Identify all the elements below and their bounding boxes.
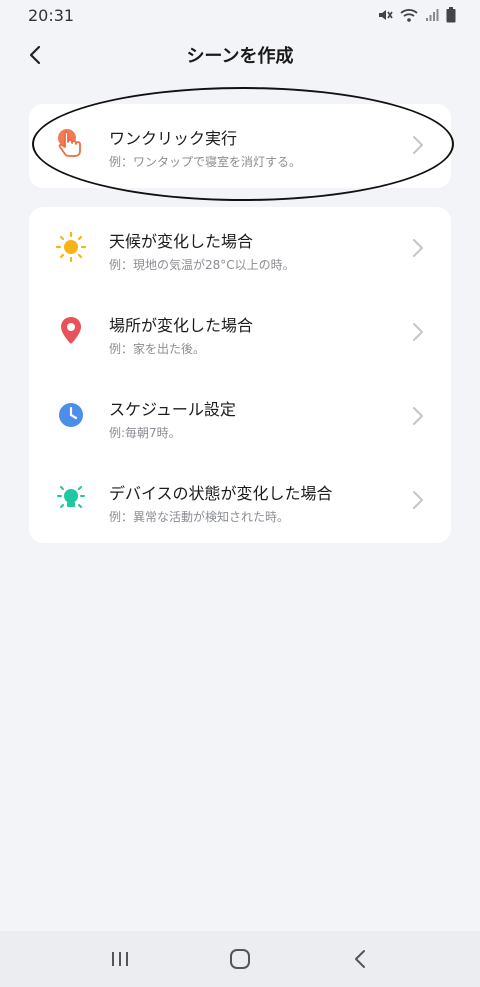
back-arrow-icon (355, 950, 365, 968)
tap-hand-icon (55, 128, 87, 160)
item-title: 場所が変化した場合 (109, 316, 254, 335)
chevron-right-icon (413, 239, 423, 257)
signal-icon (426, 9, 439, 21)
recent-apps-icon (112, 952, 128, 966)
status-time: 20:31 (28, 5, 75, 25)
item-subtitle: 例：異常な活動が検知された時。 (109, 510, 290, 524)
back-button[interactable] (20, 40, 50, 70)
condition-schedule-item[interactable]: スケジュール設定 例:毎朝7時。 (29, 375, 451, 459)
status-icons (377, 7, 456, 23)
item-subtitle: 例:毎朝7時。 (109, 426, 181, 440)
conditions-card: 天候が変化した場合 例：現地の気温が28°C以上の時。 場所が変化した場合 例：… (29, 207, 451, 543)
sun-icon (55, 231, 87, 263)
condition-location-item[interactable]: 場所が変化した場合 例：家を出た後。 (29, 291, 451, 375)
condition-device-item[interactable]: デバイスの状態が変化した場合 例：異常な活動が検知された時。 (29, 459, 451, 543)
condition-weather-item[interactable]: 天候が変化した場合 例：現地の気温が28°C以上の時。 (29, 207, 451, 291)
chevron-right-icon (413, 323, 423, 341)
one-click-run-item[interactable]: ワンクリック実行 例：ワンタップで寝室を消灯する。 (29, 104, 451, 188)
home-button[interactable] (218, 937, 262, 981)
system-back-button[interactable] (338, 937, 382, 981)
item-subtitle: 例：ワンタップで寝室を消灯する。 (109, 155, 302, 169)
recent-apps-button[interactable] (98, 937, 142, 981)
chevron-right-icon (413, 407, 423, 425)
item-title: スケジュール設定 (109, 400, 236, 419)
page-title: シーンを作成 (186, 46, 294, 67)
system-nav-bar (0, 931, 480, 987)
battery-icon (446, 7, 456, 23)
item-title: デバイスの状態が変化した場合 (109, 484, 333, 503)
quick-action-card: ワンクリック実行 例：ワンタップで寝室を消灯する。 (29, 104, 451, 188)
item-title: ワンクリック実行 (109, 129, 238, 148)
item-title: 天候が変化した場合 (109, 232, 254, 251)
chevron-right-icon (413, 491, 423, 509)
chevron-left-icon (29, 45, 41, 65)
location-pin-icon (55, 315, 87, 347)
wifi-icon (400, 9, 418, 22)
item-subtitle: 例：家を出た後。 (109, 342, 206, 356)
home-icon (230, 949, 250, 969)
chevron-right-icon (413, 136, 423, 154)
device-bulb-icon (55, 483, 87, 515)
clock-icon (55, 399, 87, 431)
status-bar: 20:31 (0, 0, 480, 30)
header: シーンを作成 (0, 30, 480, 80)
mute-icon (379, 10, 393, 20)
item-subtitle: 例：現地の気温が28°C以上の時。 (109, 258, 295, 272)
